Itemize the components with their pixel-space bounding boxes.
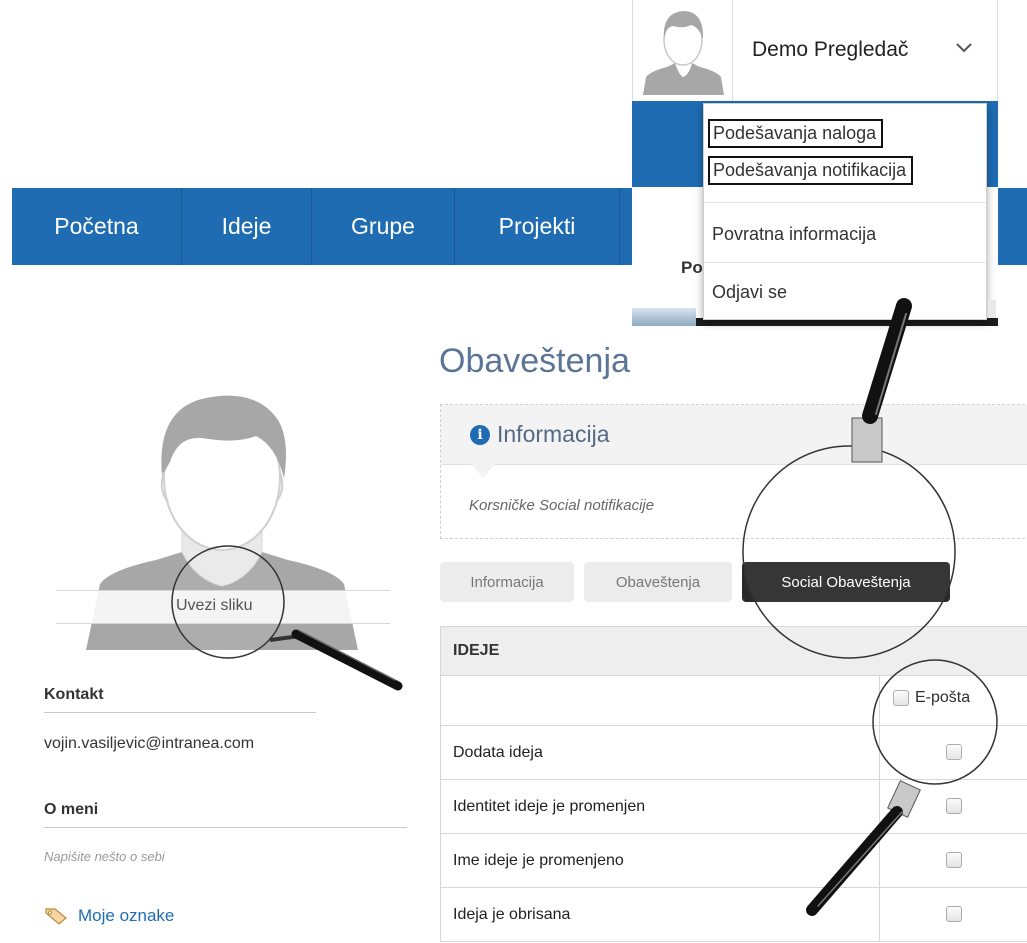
contact-email: vojin.vasiljevic@intranea.com — [44, 735, 255, 752]
nav-item-projects[interactable]: Projekti — [455, 188, 620, 265]
notifications-table: IDEJE E-pošta Dodata ideja Identitet ide… — [440, 626, 1027, 942]
menu-scrollbar[interactable] — [988, 300, 996, 318]
user-name[interactable]: Demo Pregledač — [752, 38, 908, 62]
my-tags-label: Moje oznake — [78, 906, 175, 925]
table-row-label: Dodata ideja — [453, 744, 543, 761]
email-column-label: E-pošta — [915, 689, 971, 706]
info-box-text: Korsničke Social notifikacije — [469, 497, 655, 514]
email-select-all-checkbox[interactable] — [893, 690, 909, 706]
table-row: Ideja je obrisana — [441, 888, 1027, 942]
inset-thumbnail — [632, 308, 696, 326]
email-column-header: E-pošta — [893, 689, 970, 707]
tab-notifications[interactable]: Obaveštenja — [584, 562, 732, 602]
table-row: Identitet ideje je promenjen — [441, 780, 1027, 834]
my-tags-link[interactable]: Moje oznake — [44, 906, 174, 926]
email-checkbox[interactable] — [946, 744, 962, 760]
menu-item-account-settings[interactable]: Podešavanja naloga — [708, 119, 884, 148]
nav-item-groups[interactable]: Grupe — [312, 188, 455, 265]
menu-item-logout[interactable]: Odjavi se — [712, 282, 787, 303]
info-box-caret — [471, 464, 495, 478]
about-me-placeholder[interactable]: Napišite nešto o sebi — [44, 849, 165, 864]
table-row-label: Identitet ideje je promenjen — [453, 798, 646, 815]
user-avatar-icon[interactable] — [637, 5, 730, 95]
email-checkbox[interactable] — [946, 852, 962, 868]
tab-social-notifications[interactable]: Social Obaveštenja — [742, 562, 950, 602]
info-box-title: Informacija — [497, 421, 610, 447]
menu-item-notification-settings[interactable]: Podešavanja notifikacija — [708, 156, 914, 185]
inset-text-fragment: Po — [681, 258, 703, 277]
nav-item-ideas[interactable]: Ideje — [182, 188, 312, 265]
column-divider — [879, 888, 880, 941]
about-me-heading: O meni — [44, 801, 407, 828]
table-column-header-row: E-pošta — [441, 676, 1027, 726]
menu-item-feedback[interactable]: Povratna informacija — [712, 224, 876, 245]
email-checkbox[interactable] — [946, 798, 962, 814]
info-icon: i — [470, 425, 490, 445]
column-divider — [879, 780, 880, 833]
menu-separator — [704, 202, 986, 203]
table-row: Dodata ideja — [441, 726, 1027, 780]
table-section-header: IDEJE — [441, 627, 1027, 676]
nav-item-home[interactable]: Početna — [12, 188, 182, 265]
table-row: Ime ideje je promenjeno — [441, 834, 1027, 888]
tab-information[interactable]: Informacija — [440, 562, 574, 602]
table-row-label: Ideja je obrisana — [453, 906, 571, 923]
table-row-label: Ime ideje je promenjeno — [453, 852, 624, 869]
chevron-down-icon[interactable] — [955, 41, 973, 55]
user-dropdown-menu: Podešavanja naloga Podešavanja notifikac… — [703, 103, 987, 320]
info-box: i Informacija Korsničke Social notifikac… — [440, 404, 1027, 539]
page-title: Obaveštenja — [439, 342, 630, 380]
user-bar-divider — [732, 0, 733, 101]
menu-separator — [704, 262, 986, 263]
column-divider — [879, 834, 880, 887]
upload-photo-link[interactable]: Uvezi sliku — [176, 597, 252, 615]
email-checkbox[interactable] — [946, 906, 962, 922]
tag-icon — [45, 908, 67, 925]
contact-heading: Kontakt — [44, 686, 316, 713]
column-divider — [879, 676, 880, 725]
info-box-header: i Informacija — [441, 405, 1027, 465]
column-divider — [879, 726, 880, 779]
